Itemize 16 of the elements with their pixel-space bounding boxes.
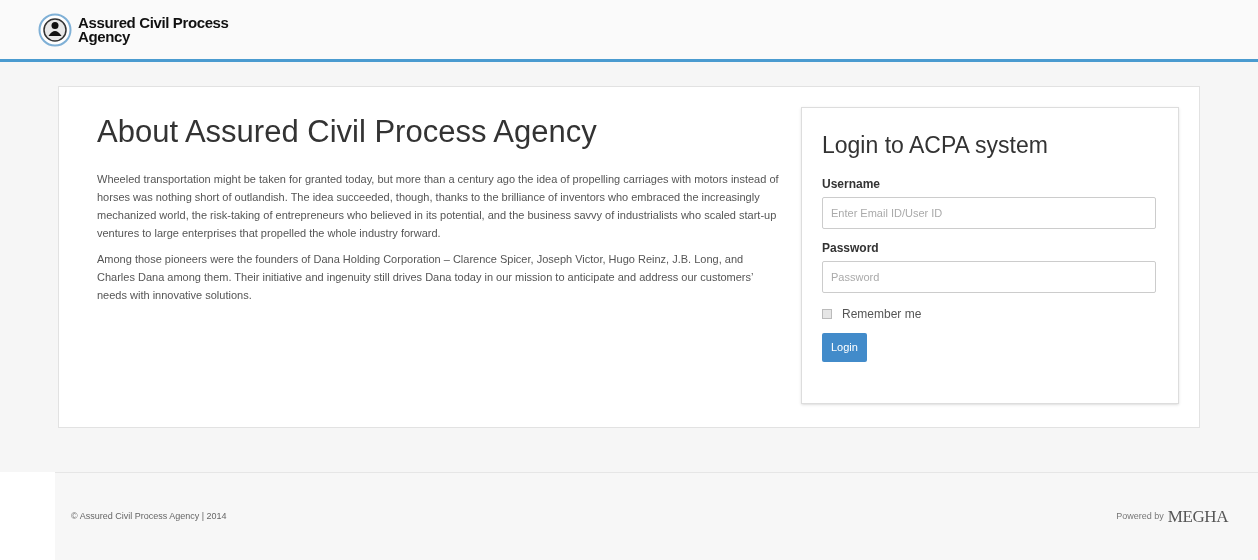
login-title: Login to ACPA system xyxy=(822,131,1049,160)
about-title: About Assured Civil Process Agency xyxy=(97,113,598,151)
field-label: Username xyxy=(822,175,882,193)
remember-label: Remember me xyxy=(842,305,922,323)
login-button[interactable]: Login xyxy=(822,332,867,362)
megha-logo: MEGHA xyxy=(1167,505,1228,528)
person-logo-icon xyxy=(38,12,72,47)
about-paragraph: Wheeled transportation might be taken for granted today, but more than a century ago the idea of propelling carriages with motors instead of horses was nothing short of outlandish. The idea succeeded, though, thanks to the brilliance of inventors who embraced the increasingly mechanized world, the risk-taking of entrepreneurs who believed in its potential, and the business savvy of industrialists who scaled start-up ventures to large enterprises that propelled the whole industry forward. xyxy=(97,171,780,241)
text-field[interactable]: Password xyxy=(822,260,1156,293)
remember-checkbox[interactable] xyxy=(822,308,832,319)
brand-name: Assured Civil Process Agency xyxy=(78,15,229,44)
about-paragraph: Among those pioneers were the founders of Dana Holding Corporation – Clarence Spicer, Joseph Victor, Hugo Reinz, J.B. Long, and Charles Dana among them. Their initiative and ingenuity still drives Dana today in our mission to anticipate and address our customers’ needs with innovative solutions. xyxy=(97,251,755,303)
copyright-text: © Assured Civil Process Agency | 2014 xyxy=(71,509,227,523)
field-label: Password xyxy=(822,239,880,257)
text-field[interactable]: Enter Email ID/User ID xyxy=(822,196,1156,229)
powered-by-text: Powered by xyxy=(1116,509,1164,523)
